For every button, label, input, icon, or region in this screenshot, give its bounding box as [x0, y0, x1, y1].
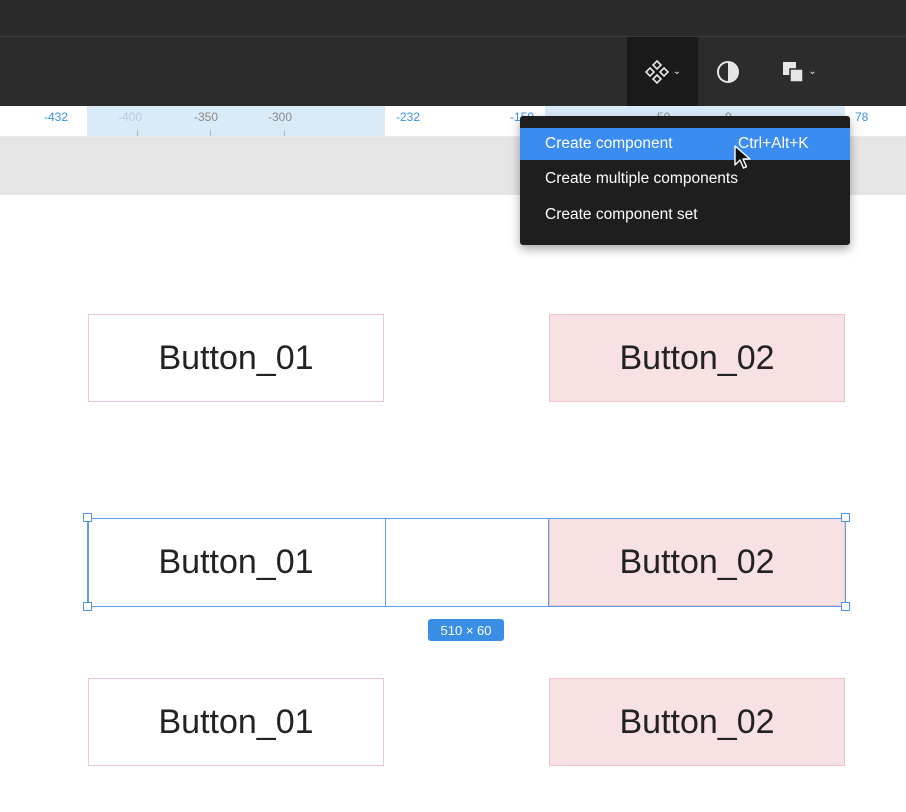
button-01-component[interactable]: Button_01	[88, 314, 384, 402]
resize-handle-bottom-right[interactable]	[841, 602, 850, 611]
menu-item-label: Create multiple components	[545, 170, 738, 187]
component-icon	[644, 59, 669, 85]
ruler-label: -432	[44, 110, 69, 124]
ruler-label: -232	[396, 110, 421, 124]
resize-handle-top-left[interactable]	[83, 513, 92, 522]
button-02-component[interactable]: Button_02	[549, 314, 845, 402]
menu-item-create-multiple-components[interactable]: Create multiple components	[520, 163, 850, 195]
create-component-dropdown-button[interactable]: ⌄	[627, 37, 698, 107]
button-02-component[interactable]: Button_02	[549, 678, 845, 766]
chevron-down-icon: ⌄	[808, 66, 817, 77]
resize-handle-top-right[interactable]	[841, 513, 850, 522]
menu-item-create-component-set[interactable]: Create component set	[520, 199, 850, 231]
button-01-component[interactable]: Button_01	[88, 678, 384, 766]
menu-item-label: Create component	[545, 135, 673, 152]
ruler-label: 78	[855, 110, 869, 124]
app-title-bar	[0, 0, 906, 36]
chevron-down-icon: ⌄	[672, 66, 682, 77]
toolbar: ⌄ ⌄	[0, 36, 906, 107]
mouse-cursor-icon	[734, 145, 751, 169]
theme-toggle-button[interactable]	[706, 37, 750, 107]
ruler-tick	[137, 130, 138, 136]
menu-item-create-component[interactable]: Create component Ctrl+Alt+K	[520, 128, 850, 160]
selection-size-badge: 510 × 60	[428, 619, 504, 641]
boolean-groups-icon	[783, 62, 805, 83]
create-component-menu: Create component Ctrl+Alt+K Create multi…	[520, 116, 850, 245]
menu-item-label: Create component set	[545, 206, 698, 223]
resize-handle-bottom-left[interactable]	[83, 602, 92, 611]
ruler-label: -300	[268, 110, 293, 124]
contrast-icon	[717, 61, 739, 83]
ruler-tick	[284, 130, 285, 136]
ruler-label: -400	[118, 110, 143, 124]
ruler-tick	[210, 130, 211, 136]
selection-box[interactable]	[87, 518, 846, 607]
boolean-groups-button[interactable]: ⌄	[768, 37, 830, 107]
ruler-label: -350	[194, 110, 219, 124]
